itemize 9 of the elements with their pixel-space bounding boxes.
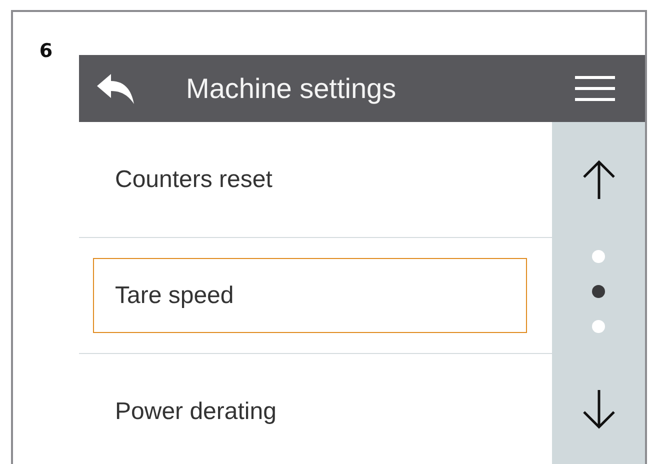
menu-item[interactable]: Power derating [93, 374, 527, 449]
screen-title: Machine settings [186, 72, 398, 104]
menu-item[interactable]: Counters reset [93, 142, 527, 217]
figure-number: 6 [39, 40, 53, 62]
back-icon[interactable] [97, 74, 135, 104]
down-arrow-icon[interactable] [582, 389, 616, 429]
menu-item[interactable]: Tare speed [93, 258, 527, 333]
up-arrow-icon[interactable] [582, 160, 616, 200]
menu-icon[interactable] [575, 76, 615, 102]
